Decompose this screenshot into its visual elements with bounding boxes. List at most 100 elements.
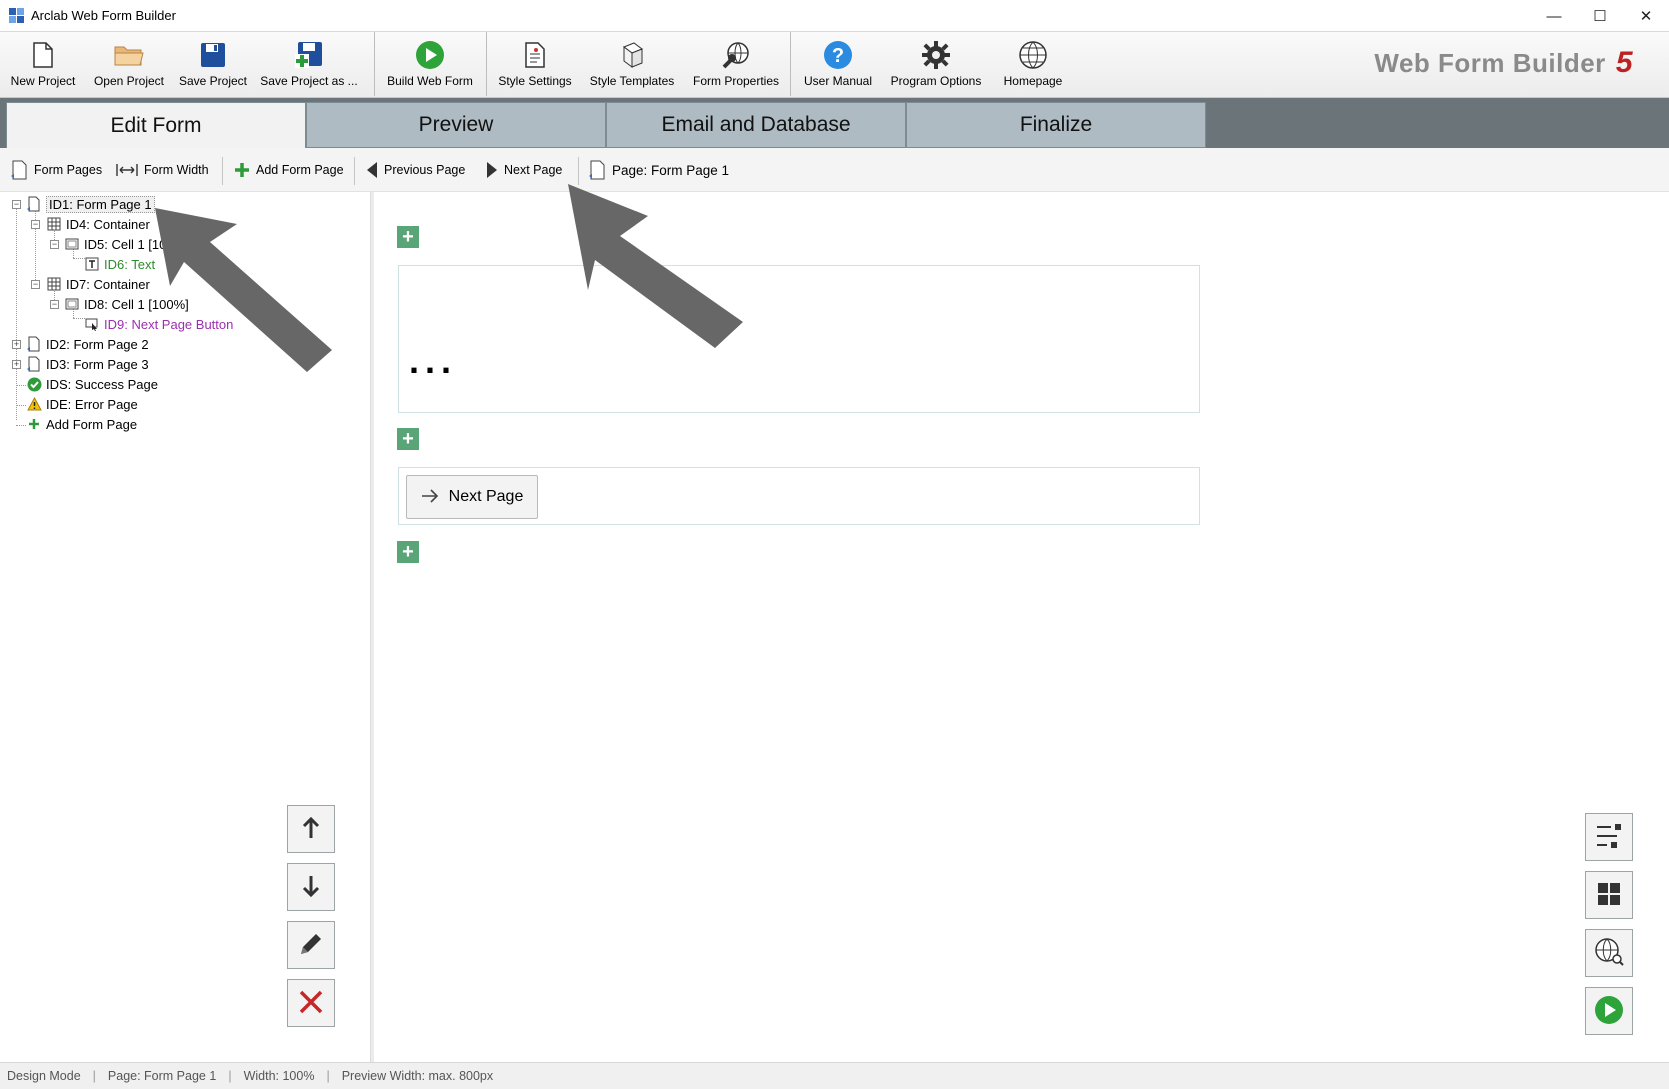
tree-item-container-7[interactable]: ID7: Container (46, 274, 150, 294)
table-grid-icon (46, 276, 62, 292)
page-icon (10, 160, 28, 180)
expand-toggle[interactable]: + (12, 340, 21, 349)
tab-finalize[interactable]: Finalize (906, 102, 1206, 148)
close-button[interactable]: ✕ (1623, 0, 1669, 32)
floppy-disk-icon (198, 40, 228, 70)
move-up-button[interactable] (287, 805, 335, 853)
svg-text:?: ? (832, 45, 844, 67)
page-icon (26, 196, 42, 212)
triangle-left-icon (366, 161, 378, 179)
style-templates-button[interactable]: Style Templates (588, 36, 676, 94)
tree-item-cell-8[interactable]: ID8: Cell 1 [100%] (64, 294, 189, 314)
current-page-selector[interactable]: Page: Form Page 1 (588, 148, 729, 192)
tree-item-add-form-page[interactable]: Add Form Page (26, 414, 137, 434)
tree-item-success-page[interactable]: IDS: Success Page (26, 374, 158, 394)
tab-email-database[interactable]: Email and Database (606, 102, 906, 148)
tree-item-container-4[interactable]: ID4: Container (46, 214, 150, 234)
collapse-toggle[interactable]: − (12, 200, 21, 209)
app-icon (9, 7, 25, 24)
tree-item-next-page-button-9[interactable]: ID9: Next Page Button (84, 314, 233, 334)
delete-item-button[interactable] (287, 979, 335, 1027)
homepage-button[interactable]: Homepage (998, 36, 1068, 94)
status-page: Page: Form Page 1 (107, 1069, 217, 1083)
tree-connector (16, 204, 17, 420)
form-width-button[interactable]: Form Width (116, 148, 209, 192)
page-icon (26, 336, 42, 352)
collapse-toggle[interactable]: − (31, 220, 40, 229)
minimize-button[interactable]: — (1531, 0, 1577, 32)
form-properties-button[interactable]: Form Properties (690, 36, 782, 94)
form-pages-button[interactable]: Form Pages (10, 148, 102, 192)
help-icon: ? (823, 40, 853, 70)
next-page-form-button[interactable]: Next Page (406, 475, 538, 519)
window-title: Arclab Web Form Builder (31, 8, 176, 23)
globe-search-icon (1594, 937, 1624, 970)
insert-element-button[interactable]: + (397, 226, 419, 248)
toolbar-divider (578, 157, 579, 185)
play-icon (415, 40, 445, 70)
arrow-right-icon (421, 486, 439, 509)
container-7[interactable]: Next Page (398, 467, 1200, 525)
tab-preview[interactable]: Preview (306, 102, 606, 148)
tab-edit-form[interactable]: Edit Form (6, 102, 306, 148)
add-form-page-button[interactable]: Add Form Page (234, 148, 344, 192)
container-4[interactable]: ... (398, 265, 1200, 413)
cell-icon (64, 236, 80, 252)
collapse-toggle[interactable]: − (50, 240, 59, 249)
build-run-button[interactable] (1585, 987, 1633, 1035)
status-width: Width: 100% (243, 1069, 315, 1083)
status-preview-width: Preview Width: max. 800px (341, 1069, 494, 1083)
browser-preview-button[interactable] (1585, 929, 1633, 977)
cell-icon (64, 296, 80, 312)
open-project-button[interactable]: Open Project (90, 36, 168, 94)
style-settings-button[interactable]: Style Settings (496, 36, 574, 94)
page-icon (26, 356, 42, 372)
element-list-button[interactable] (1585, 813, 1633, 861)
main-tab-bar: Edit Form Preview Email and Database Fin… (0, 98, 1669, 148)
insert-element-button[interactable]: + (397, 541, 419, 563)
form-canvas: + ... + Next Page + (374, 192, 1669, 1062)
tree-connector (35, 202, 36, 286)
grid-view-button[interactable] (1585, 871, 1633, 919)
title-bar: Arclab Web Form Builder — ☐ ✕ (0, 0, 1669, 32)
edit-toolbar: Form Pages Form Width Add Form Page Prev… (0, 148, 1669, 192)
brand-logo: Web Form Builder 5 (1374, 46, 1633, 79)
move-down-button[interactable] (287, 863, 335, 911)
gear-icon (921, 40, 951, 70)
toolbar-divider (486, 32, 487, 96)
properties-wrench-icon (721, 40, 751, 70)
tree-item-text-6[interactable]: ID6: Text (84, 254, 155, 274)
templates-icon (617, 40, 647, 70)
tree-item-form-page-3[interactable]: ID3: Form Page 3 (26, 354, 149, 374)
toolbar-divider (222, 157, 223, 185)
build-web-form-button[interactable]: Build Web Form (384, 36, 476, 94)
tree-item-form-page-1[interactable]: ID1: Form Page 1 (26, 194, 155, 214)
tree-item-error-page[interactable]: IDE: Error Page (26, 394, 138, 414)
edit-item-button[interactable] (287, 921, 335, 969)
next-page-button[interactable]: Next Page (486, 148, 562, 192)
expand-toggle[interactable]: + (12, 360, 21, 369)
status-bar: Design Mode | Page: Form Page 1 | Width:… (0, 1062, 1669, 1089)
save-project-button[interactable]: Save Project (178, 36, 248, 94)
tree-item-form-page-2[interactable]: ID2: Form Page 2 (26, 334, 149, 354)
program-options-button[interactable]: Program Options (888, 36, 984, 94)
collapse-toggle[interactable]: − (50, 300, 59, 309)
page-icon (588, 160, 606, 180)
delete-x-icon (298, 989, 324, 1018)
insert-element-button[interactable]: + (397, 428, 419, 450)
user-manual-button[interactable]: ? User Manual (800, 36, 876, 94)
toolbar-divider (374, 32, 375, 96)
text-element-placeholder[interactable]: ... (409, 340, 457, 382)
globe-icon (1018, 40, 1048, 70)
text-icon (84, 256, 100, 272)
maximize-button[interactable]: ☐ (1577, 0, 1623, 32)
tree-connector (16, 425, 26, 426)
tree-item-cell-5[interactable]: ID5: Cell 1 [100%] (64, 234, 189, 254)
pencil-icon (298, 931, 324, 960)
tree-connector (16, 385, 26, 386)
previous-page-button[interactable]: Previous Page (366, 148, 465, 192)
save-project-as-button[interactable]: Save Project as ... (260, 36, 358, 94)
new-project-button[interactable]: New Project (8, 36, 78, 94)
toolbar-divider (354, 157, 355, 185)
collapse-toggle[interactable]: − (31, 280, 40, 289)
